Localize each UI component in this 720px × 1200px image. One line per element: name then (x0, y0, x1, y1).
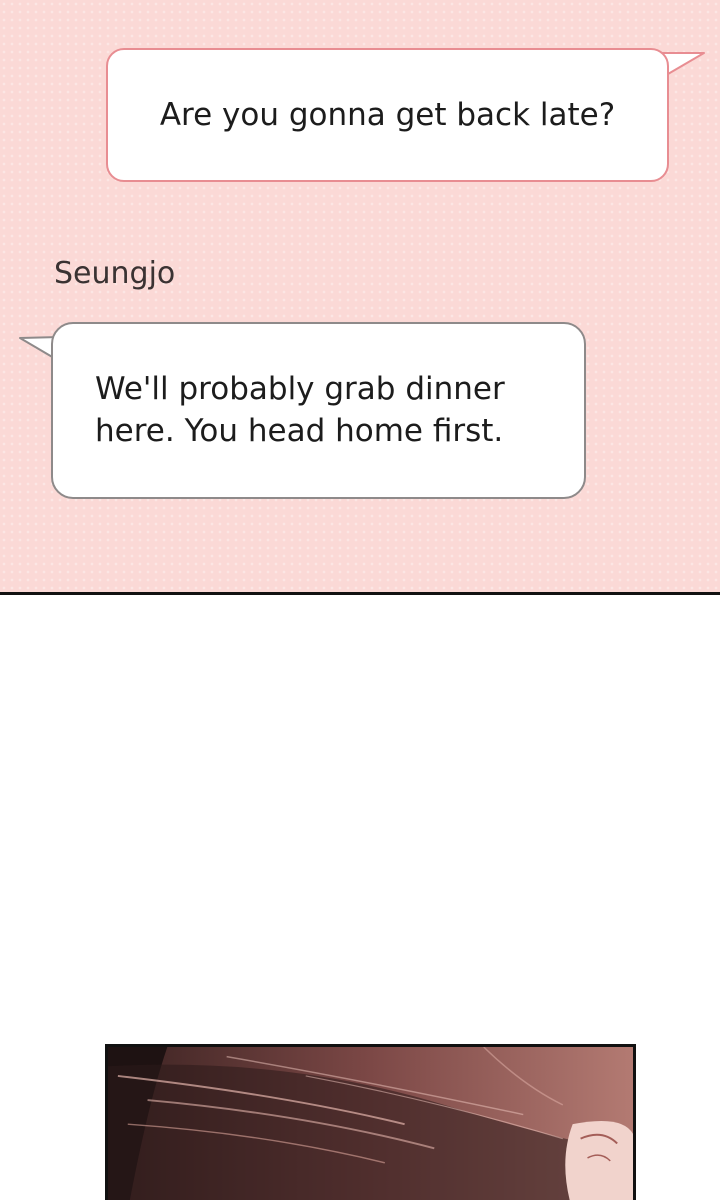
hair-closeup-illustration (105, 1044, 636, 1200)
outgoing-message-bubble: Are you gonna get back late? (106, 48, 669, 182)
incoming-message-line: here. You head home first. (95, 413, 504, 449)
sender-name: Seungjo (54, 256, 176, 291)
outgoing-message-text: Are you gonna get back late? (159, 97, 616, 133)
chat-panel: Are you gonna get back late? Seungjo We'… (0, 0, 720, 595)
incoming-message-bubble: We'll probably grab dinner here. You hea… (51, 322, 586, 499)
hair-illustration-art (108, 1047, 633, 1200)
comic-page: Are you gonna get back late? Seungjo We'… (0, 0, 720, 1200)
incoming-message-line: We'll probably grab dinner (95, 371, 505, 407)
